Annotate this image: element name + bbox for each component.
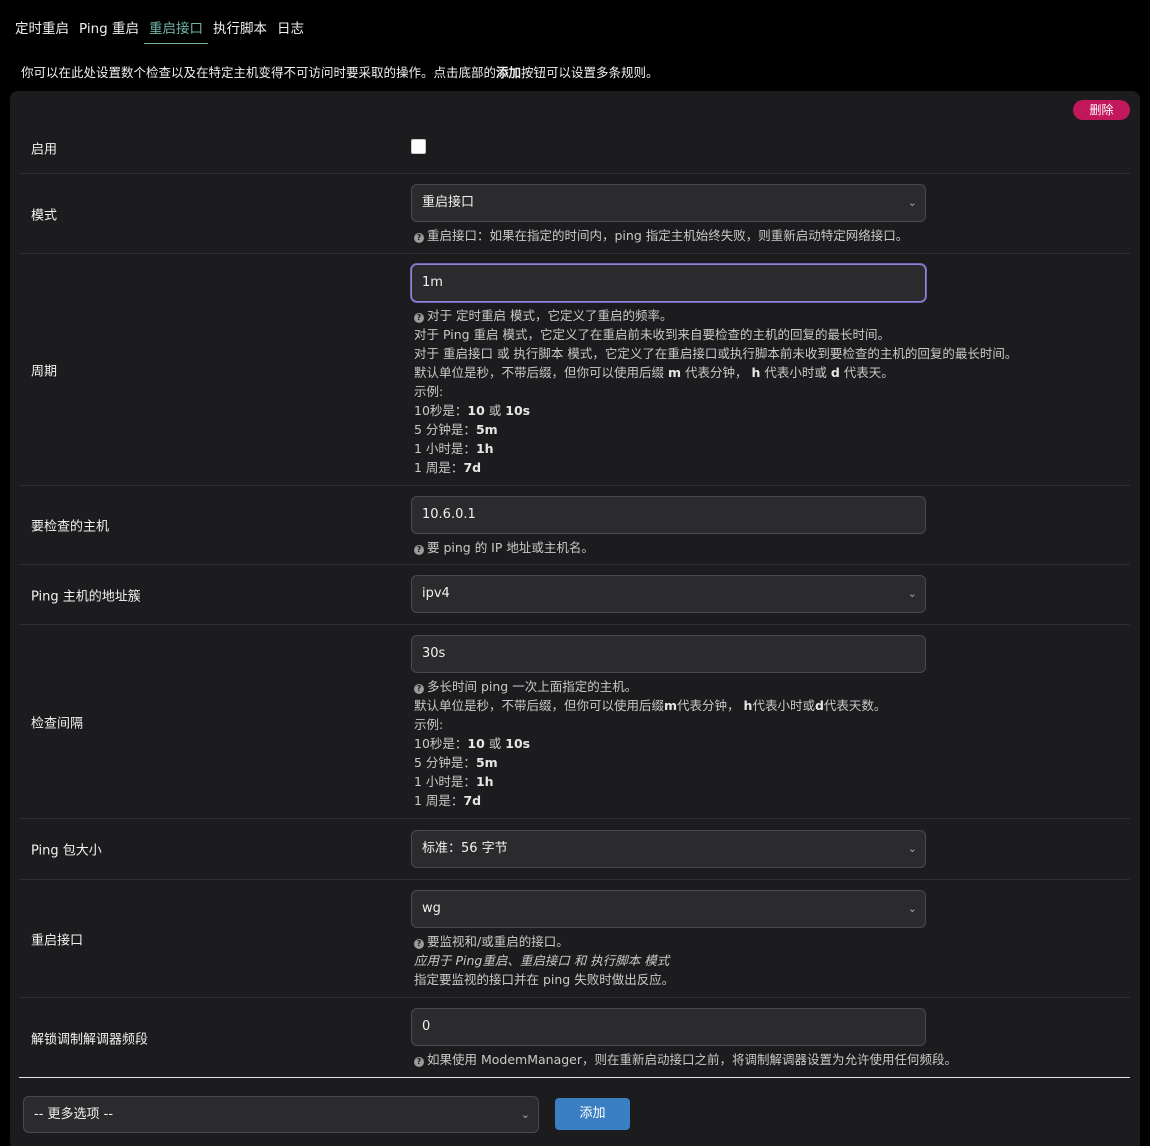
period-help: ? 对于 定时重启 模式，它定义了重启的频率。 对于 Ping 重启 模式，它定义… [414, 308, 1018, 475]
rule-panel: 删除 启用 模式 重启接口 ⌄ ? 重启接口：如果在指定的时间内，ping 指定主… [10, 91, 1140, 1146]
tab-bar: 定时重启 Ping 重启 重启接口 执行脚本 日志 [10, 0, 309, 44]
interface-field: wg ⌄ ? 要监视和/或重启的接口。 应用于 Ping重启、重启接口 和 执行脚… [411, 890, 926, 989]
packet-size-field: 标准：56 字节 ⌄ [411, 830, 926, 868]
row-host: 要检查的主机 10.6.0.1 ? 要 ping 的 IP 地址或主机名。 [19, 486, 1130, 565]
unlock-help: ? 如果使用 ModemManager，则在重新启动接口之前，将调制解调器设置为允… [411, 1050, 957, 1069]
row-packet-size: Ping 包大小 标准：56 字节 ⌄ [19, 819, 1130, 880]
interface-help: ? 要监视和/或重启的接口。 应用于 Ping重启、重启接口 和 执行脚本 模式 … [414, 934, 675, 987]
help-icon: ? [414, 939, 424, 949]
family-select[interactable]: ipv4 ⌄ [411, 575, 926, 613]
row-interval: 检查间隔 30s ? 多长时间 ping 一次上面指定的主机。 默认单位是秒，不带… [19, 625, 1130, 819]
period-field: 1m ? 对于 定时重启 模式，它定义了重启的频率。 对于 Ping 重启 模式，… [411, 264, 1018, 477]
mode-help: ? 重启接口：如果在指定的时间内，ping 指定主机始终失败，则重新启动特定网络接… [411, 226, 926, 245]
host-input[interactable]: 10.6.0.1 [411, 496, 926, 534]
interface-select[interactable]: wg ⌄ [411, 890, 926, 928]
form-rows: 启用 模式 重启接口 ⌄ ? 重启接口：如果在指定的时间内，ping 指定主机始终… [19, 123, 1130, 1078]
delete-button[interactable]: 删除 [1073, 100, 1130, 120]
period-label: 周期 [31, 364, 58, 379]
page-description: 你可以在此处设置数个检查以及在特定主机变得不可访问时要采取的操作。点击底部的添加… [21, 65, 659, 80]
packet-size-select[interactable]: 标准：56 字节 ⌄ [411, 830, 926, 868]
chevron-down-icon: ⌄ [907, 587, 917, 600]
host-help: ? 要 ping 的 IP 地址或主机名。 [411, 538, 926, 557]
packet-size-label: Ping 包大小 [31, 843, 102, 859]
tab-restart-interface[interactable]: 重启接口 [144, 0, 209, 44]
enable-checkbox[interactable] [411, 139, 426, 154]
interval-label: 检查间隔 [31, 716, 84, 731]
chevron-down-icon: ⌄ [907, 902, 917, 915]
help-icon: ? [414, 233, 424, 243]
row-interface: 重启接口 wg ⌄ ? 要监视和/或重启的接口。 应用于 Ping重启、重启接口 … [19, 880, 1130, 998]
enable-label: 启用 [31, 142, 58, 158]
chevron-down-icon: ⌄ [907, 842, 917, 855]
family-label: Ping 主机的地址簇 [31, 589, 141, 604]
tab-run-script[interactable]: 执行脚本 [208, 0, 272, 44]
tab-scheduled-reboot[interactable]: 定时重启 [10, 0, 74, 44]
host-label: 要检查的主机 [31, 519, 110, 535]
row-enable: 启用 [19, 123, 1130, 174]
mode-label: 模式 [31, 208, 58, 223]
host-field: 10.6.0.1 ? 要 ping 的 IP 地址或主机名。 [411, 496, 926, 557]
interval-input[interactable]: 30s [411, 635, 926, 673]
chevron-down-icon: ⌄ [520, 1108, 530, 1121]
interface-label: 重启接口 [31, 933, 84, 948]
tab-ping-reboot[interactable]: Ping 重启 [74, 0, 144, 44]
family-field: ipv4 ⌄ [411, 575, 926, 613]
row-period: 周期 1m ? 对于 定时重启 模式，它定义了重启的频率。 对于 Ping 重启 … [19, 254, 1130, 486]
help-icon: ? [414, 313, 424, 323]
help-icon: ? [414, 545, 424, 555]
chevron-down-icon: ⌄ [907, 196, 917, 209]
row-address-family: Ping 主机的地址簇 ipv4 ⌄ [19, 565, 1130, 625]
mode-field: 重启接口 ⌄ ? 重启接口：如果在指定的时间内，ping 指定主机始终失败，则重新… [411, 184, 926, 245]
mode-select[interactable]: 重启接口 ⌄ [411, 184, 926, 222]
unlock-field: 0 ? 如果使用 ModemManager，则在重新启动接口之前，将调制解调器设置… [411, 1008, 957, 1069]
tab-log[interactable]: 日志 [272, 0, 309, 44]
unlock-input[interactable]: 0 [411, 1008, 926, 1046]
period-input[interactable]: 1m [411, 264, 926, 302]
unlock-label: 解锁调制解调器频段 [31, 1032, 149, 1047]
interval-field: 30s ? 多长时间 ping 一次上面指定的主机。 默认单位是秒，不带后缀，但你… [411, 635, 926, 810]
row-unlock-bands: 解锁调制解调器频段 0 ? 如果使用 ModemManager，则在重新启动接口之… [19, 998, 1130, 1078]
add-button[interactable]: 添加 [555, 1098, 630, 1130]
help-icon: ? [414, 684, 424, 694]
help-icon: ? [414, 1057, 424, 1067]
interval-help: ? 多长时间 ping 一次上面指定的主机。 默认单位是秒，不带后缀，但你可以使用… [414, 679, 887, 808]
more-options-select[interactable]: -- 更多选项 -- ⌄ [23, 1096, 539, 1133]
row-mode: 模式 重启接口 ⌄ ? 重启接口：如果在指定的时间内，ping 指定主机始终失败，… [19, 174, 1130, 254]
